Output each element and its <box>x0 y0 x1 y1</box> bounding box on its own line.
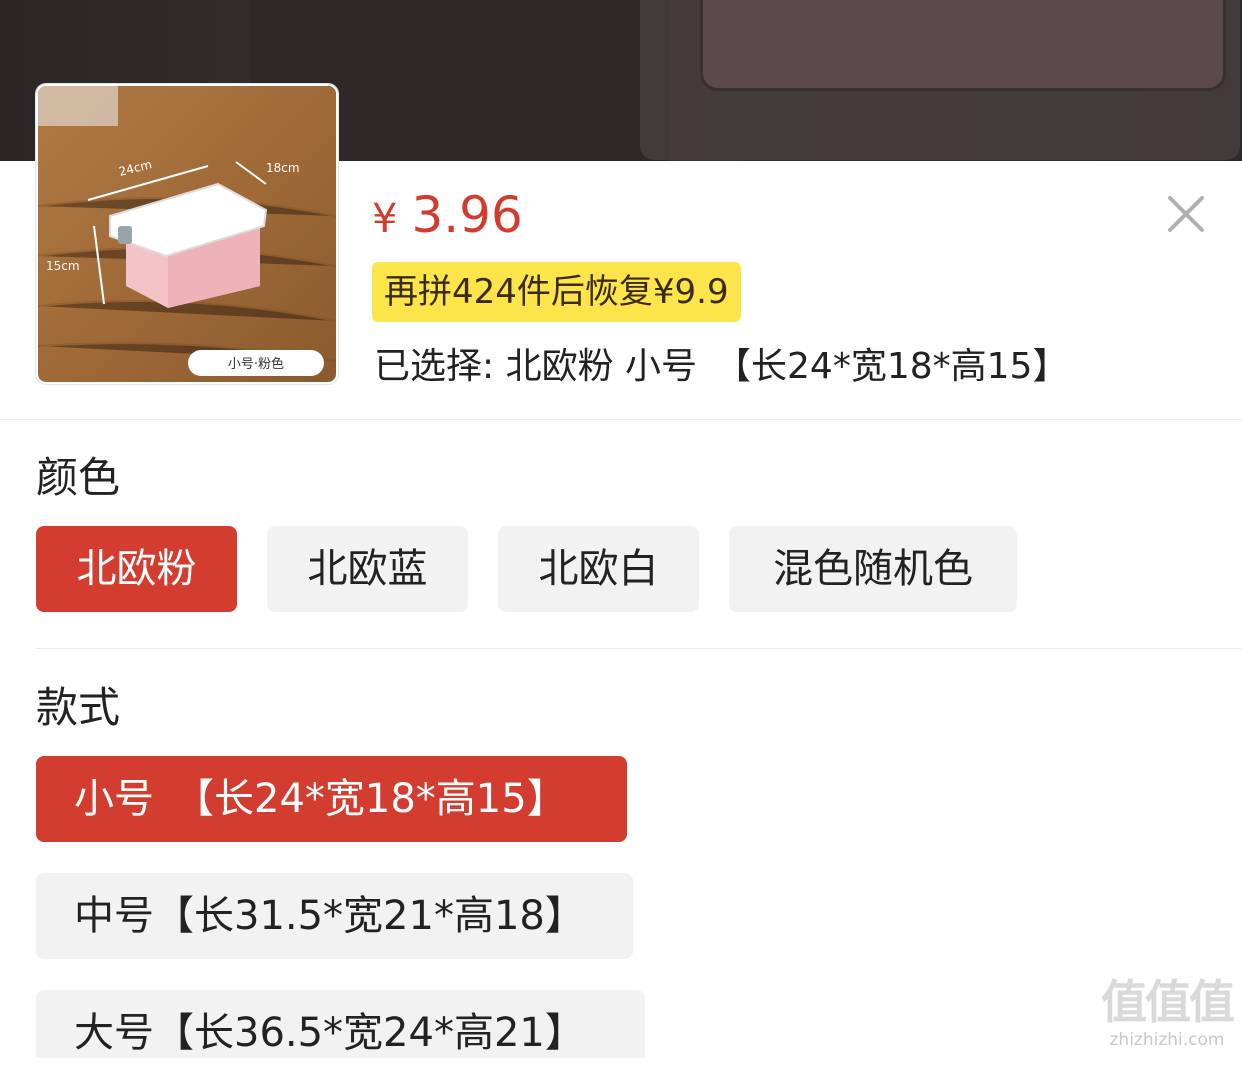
style-option-medium[interactable]: 中号【长31.5*宽21*高18】 <box>36 873 633 959</box>
close-icon <box>1168 196 1204 232</box>
group-buy-promo-badge: 再拼424件后恢复¥9.9 <box>372 262 741 322</box>
color-option-nordic-pink[interactable]: 北欧粉 <box>36 526 237 612</box>
thumbnail-variant-label: 小号·粉色 <box>228 356 284 372</box>
color-option-nordic-blue[interactable]: 北欧蓝 <box>267 526 468 612</box>
color-option-nordic-white[interactable]: 北欧白 <box>498 526 699 612</box>
backdrop-box-lid <box>700 0 1226 91</box>
style-option-large[interactable]: 大号【长36.5*宽24*高21】 <box>36 990 645 1058</box>
color-section-title: 颜色 <box>36 453 121 502</box>
watermark-logo-text: 值值值 <box>1101 975 1235 1029</box>
currency-symbol: ¥ <box>372 196 398 242</box>
dim-height: 15cm <box>46 259 80 273</box>
selected-sku-summary: 已选择: 北欧粉 小号 【长24*宽18*高15】 <box>374 346 1069 387</box>
style-option-small[interactable]: 小号 【长24*宽18*高15】 <box>36 756 627 842</box>
close-button[interactable] <box>1162 190 1210 238</box>
price-display: ¥ 3.96 <box>372 186 523 246</box>
price-value: 3.96 <box>411 186 523 244</box>
site-watermark: 值值值 zhizhizhi.com <box>1092 975 1242 1058</box>
product-thumbnail[interactable]: 24cm 18cm 15cm 小号·粉色 <box>36 84 338 384</box>
watermark-url: zhizhizhi.com <box>1109 1030 1225 1050</box>
color-option-random-mix[interactable]: 混色随机色 <box>729 526 1017 612</box>
section-divider <box>36 648 1242 649</box>
style-section-title: 款式 <box>36 683 121 732</box>
product-photo: 24cm 18cm 15cm 小号·粉色 <box>38 86 336 382</box>
dim-width: 18cm <box>266 161 300 175</box>
header-divider <box>0 419 1242 420</box>
